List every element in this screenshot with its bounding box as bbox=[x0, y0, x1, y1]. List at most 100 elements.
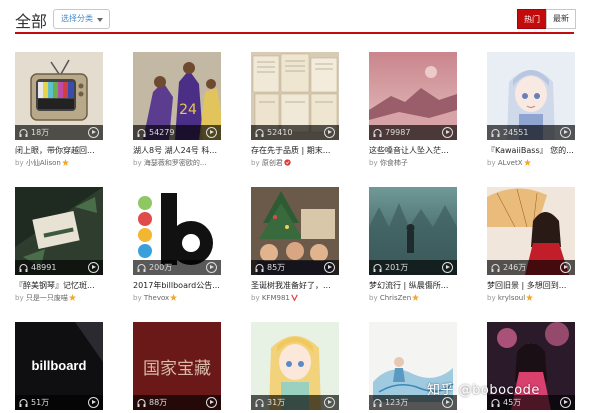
play-count-bar: 79987 bbox=[369, 125, 457, 140]
author-name[interactable]: 你食柿子 bbox=[380, 159, 408, 167]
play-count: 85万 bbox=[267, 263, 286, 272]
playlist-card[interactable]: 24551 『KawaiiBass』 您的... by ALvetX bbox=[487, 52, 575, 169]
playlist-card[interactable]: 国家宝藏 88万 bbox=[133, 322, 221, 410]
play-icon[interactable] bbox=[88, 127, 99, 138]
headphones-icon bbox=[373, 264, 382, 272]
play-icon[interactable] bbox=[206, 127, 217, 138]
playlist-cover[interactable]: 国家宝藏 88万 bbox=[133, 322, 221, 410]
cover-wordmark: billboard bbox=[32, 358, 87, 373]
headphones-icon bbox=[137, 264, 146, 272]
by-label: by bbox=[251, 159, 260, 167]
playlist-author-line: by 只是一只废喵 bbox=[15, 293, 103, 304]
by-label: by bbox=[15, 294, 24, 302]
playlist-card[interactable]: 18万 闭上眼，带你穿越回... by 小仙Alison bbox=[15, 52, 103, 169]
headphones-icon bbox=[19, 264, 28, 272]
star-icon bbox=[523, 159, 531, 166]
playlist-cover[interactable]: 24551 bbox=[487, 52, 575, 140]
headphones-icon bbox=[137, 399, 146, 407]
author-name[interactable]: krylsoul bbox=[498, 294, 525, 302]
author-name[interactable]: 海瑟薇和罗密欧的... bbox=[144, 159, 207, 167]
author-name[interactable]: Thevox bbox=[144, 294, 169, 302]
select-category-button[interactable]: 选择分类 bbox=[53, 9, 110, 29]
author-name[interactable]: 原创君 bbox=[262, 159, 283, 167]
play-count: 88万 bbox=[149, 398, 168, 407]
playlist-author-line: by KFM981 bbox=[251, 293, 339, 304]
daren-badge-icon bbox=[284, 159, 291, 166]
playlist-cover[interactable]: 200万 bbox=[133, 187, 221, 275]
playlist-title[interactable]: 2017年billboard公告... bbox=[133, 280, 221, 292]
playlist-cover[interactable]: 85万 bbox=[251, 187, 339, 275]
playlist-card[interactable]: billboard 51万 bbox=[15, 322, 103, 410]
play-count: 24551 bbox=[503, 128, 529, 137]
play-count-bar: 54279 bbox=[133, 125, 221, 140]
playlist-cover[interactable]: 18万 bbox=[15, 52, 103, 140]
playlist-title[interactable]: 存在先于品质 | 期末... bbox=[251, 145, 339, 157]
playlist-cover[interactable]: 48991 bbox=[15, 187, 103, 275]
play-count: 51万 bbox=[31, 398, 50, 407]
play-icon[interactable] bbox=[88, 397, 99, 408]
playlist-cover[interactable]: 79987 bbox=[369, 52, 457, 140]
playlist-card[interactable]: 31万 bbox=[251, 322, 339, 410]
svg-text:24: 24 bbox=[179, 102, 197, 118]
playlist-card[interactable]: 200万 2017年billboard公告... by Thevox bbox=[133, 187, 221, 304]
play-icon[interactable] bbox=[206, 397, 217, 408]
by-label: by bbox=[251, 294, 260, 302]
playlist-cover[interactable]: billboard 51万 bbox=[15, 322, 103, 410]
playlist-card[interactable]: 85万 圣诞树我准备好了，... by KFM981 bbox=[251, 187, 339, 304]
play-icon[interactable] bbox=[560, 262, 571, 273]
playlist-card[interactable]: 52410 存在先于品质 | 期末... by 原创君 bbox=[251, 52, 339, 169]
play-icon[interactable] bbox=[442, 127, 453, 138]
playlist-card[interactable]: 79987 这些嗓音让人坠入茫... by 你食柿子 bbox=[369, 52, 457, 169]
play-count-bar: 31万 bbox=[251, 395, 339, 410]
playlist-title[interactable]: 闭上眼，带你穿越回... bbox=[15, 145, 103, 157]
play-icon[interactable] bbox=[560, 127, 571, 138]
playlist-title[interactable]: 圣诞树我准备好了，... bbox=[251, 280, 339, 292]
headphones-icon bbox=[19, 129, 28, 137]
headphones-icon bbox=[19, 399, 28, 407]
tab-new[interactable]: 最新 bbox=[546, 9, 576, 29]
headphones-icon bbox=[137, 129, 146, 137]
author-name[interactable]: 小仙Alison bbox=[26, 159, 61, 167]
star-icon bbox=[68, 294, 76, 301]
by-label: by bbox=[15, 159, 24, 167]
play-count-bar: 24551 bbox=[487, 125, 575, 140]
playlist-title[interactable]: 『醉美钢琴』记忆斑... bbox=[15, 280, 103, 292]
play-icon[interactable] bbox=[442, 262, 453, 273]
author-name[interactable]: KFM981 bbox=[262, 294, 290, 302]
playlist-cover[interactable]: 246万 bbox=[487, 187, 575, 275]
playlist-cover[interactable]: 24 54279 bbox=[133, 52, 221, 140]
playlist-title[interactable]: 梦回旧景 | 多想回到... bbox=[487, 280, 575, 292]
by-label: by bbox=[133, 294, 142, 302]
playlist-author-line: by 你食柿子 bbox=[369, 158, 457, 169]
headphones-icon bbox=[255, 399, 264, 407]
play-icon[interactable] bbox=[324, 262, 335, 273]
playlist-title[interactable]: 湖人8号 湖人24号 科... bbox=[133, 145, 221, 157]
playlist-card[interactable]: 48991 『醉美钢琴』记忆斑... by 只是一只废喵 bbox=[15, 187, 103, 304]
playlist-card[interactable]: 246万 梦回旧景 | 多想回到... by krylsoul bbox=[487, 187, 575, 304]
verified-v-icon bbox=[291, 294, 298, 301]
headphones-icon bbox=[491, 129, 500, 137]
playlist-title[interactable]: 梦幻流行 | 纵晨傷所... bbox=[369, 280, 457, 292]
play-icon[interactable] bbox=[324, 127, 335, 138]
playlist-card[interactable]: 24 54279 湖人8号 湖人24号 科... by 海瑟薇和罗密欧的... bbox=[133, 52, 221, 169]
playlist-title[interactable]: 这些嗓音让人坠入茫... bbox=[369, 145, 457, 157]
playlist-card[interactable]: 201万 梦幻流行 | 纵晨傷所... by ChrisZen bbox=[369, 187, 457, 304]
play-count: 123万 bbox=[385, 398, 409, 407]
play-icon[interactable] bbox=[206, 262, 217, 273]
playlist-title[interactable]: 『KawaiiBass』 您的... bbox=[487, 145, 575, 157]
play-icon[interactable] bbox=[560, 397, 571, 408]
play-icon[interactable] bbox=[324, 397, 335, 408]
page-title: 全部 bbox=[15, 12, 48, 31]
playlist-cover[interactable]: 201万 bbox=[369, 187, 457, 275]
author-name[interactable]: ChrisZen bbox=[380, 294, 411, 302]
playlist-cover[interactable]: 52410 bbox=[251, 52, 339, 140]
play-count-bar: 200万 bbox=[133, 260, 221, 275]
play-icon[interactable] bbox=[442, 397, 453, 408]
tab-hot[interactable]: 热门 bbox=[517, 9, 547, 29]
playlist-cover[interactable]: 31万 bbox=[251, 322, 339, 410]
play-icon[interactable] bbox=[88, 262, 99, 273]
author-name[interactable]: ALvetX bbox=[498, 159, 523, 167]
star-icon bbox=[170, 294, 178, 301]
author-name[interactable]: 只是一只废喵 bbox=[26, 294, 68, 302]
by-label: by bbox=[369, 159, 378, 167]
